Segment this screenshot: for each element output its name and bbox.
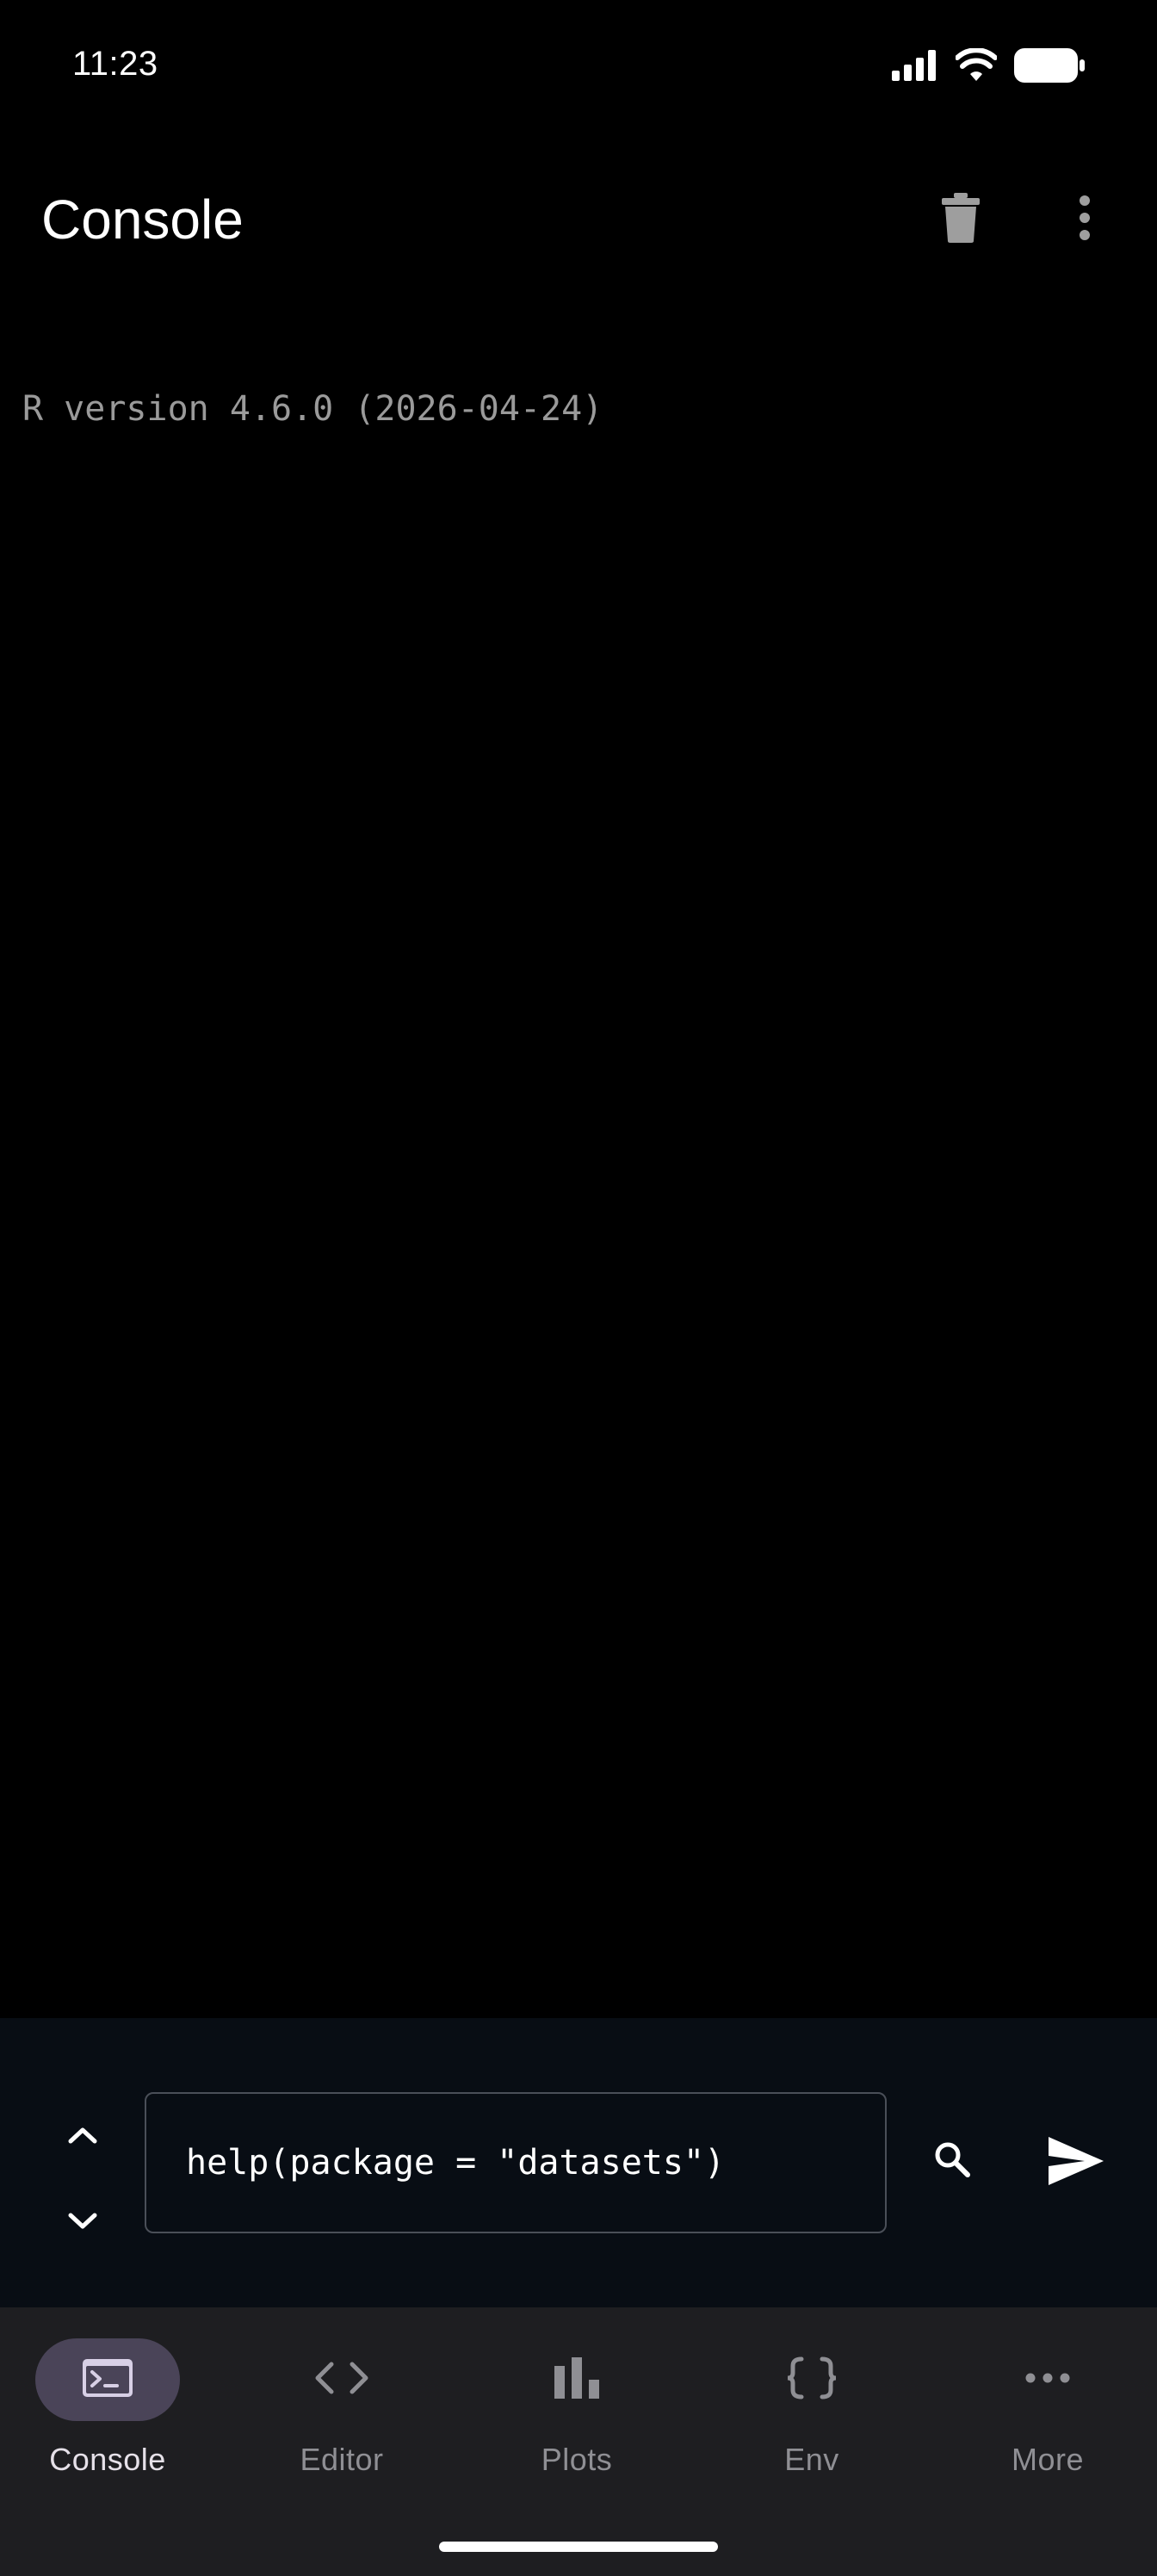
nav-label: More	[1011, 2442, 1085, 2477]
bottom-navigation: Console Editor Plots Env More	[0, 2307, 1157, 2576]
nav-item-env[interactable]: Env	[704, 2338, 919, 2493]
chevron-down-icon	[67, 2212, 98, 2235]
nav-item-plots[interactable]: Plots	[469, 2338, 684, 2493]
chevron-up-icon	[67, 2126, 98, 2149]
nav-label: Editor	[300, 2442, 384, 2477]
clear-console-button[interactable]	[919, 178, 1002, 261]
braces-icon	[786, 2356, 838, 2404]
terminal-icon	[81, 2357, 134, 2403]
console-output: R version 4.6.0 (2026-04-24)	[22, 310, 1135, 468]
home-indicator[interactable]	[439, 2542, 718, 2552]
command-field[interactable]	[145, 2092, 887, 2233]
status-bar: 11:23	[0, 0, 1157, 129]
nav-active-indicator	[35, 2338, 180, 2421]
delete-icon	[940, 192, 981, 247]
send-button[interactable]	[1033, 2120, 1119, 2206]
more-horiz-icon	[1025, 2372, 1070, 2387]
page-title: Console	[41, 189, 244, 251]
battery-icon	[1014, 47, 1085, 87]
signal-icon	[892, 49, 938, 85]
code-icon	[314, 2361, 369, 2400]
history-up-button[interactable]	[48, 2102, 117, 2171]
search-icon	[933, 2140, 971, 2183]
command-input-area	[0, 2018, 1157, 2307]
nav-label: Console	[49, 2442, 166, 2477]
nav-label: Plots	[541, 2442, 613, 2477]
more-vert-icon	[1078, 195, 1092, 245]
status-icons	[892, 46, 1085, 87]
bar-chart-icon	[554, 2356, 599, 2403]
nav-item-editor[interactable]: Editor	[234, 2338, 449, 2493]
console-line: R version 4.6.0 (2026-04-24)	[22, 389, 603, 429]
search-button[interactable]	[914, 2123, 990, 2199]
history-down-button[interactable]	[48, 2189, 117, 2257]
send-icon	[1047, 2135, 1105, 2191]
nav-item-more[interactable]: More	[940, 2338, 1155, 2493]
status-time: 11:23	[72, 45, 158, 83]
wifi-icon	[955, 46, 998, 87]
overflow-menu-button[interactable]	[1043, 178, 1126, 261]
nav-label: Env	[784, 2442, 839, 2477]
nav-item-console[interactable]: Console	[0, 2338, 215, 2493]
command-input[interactable]	[146, 2094, 885, 2232]
app-bar: Console	[0, 146, 1157, 293]
